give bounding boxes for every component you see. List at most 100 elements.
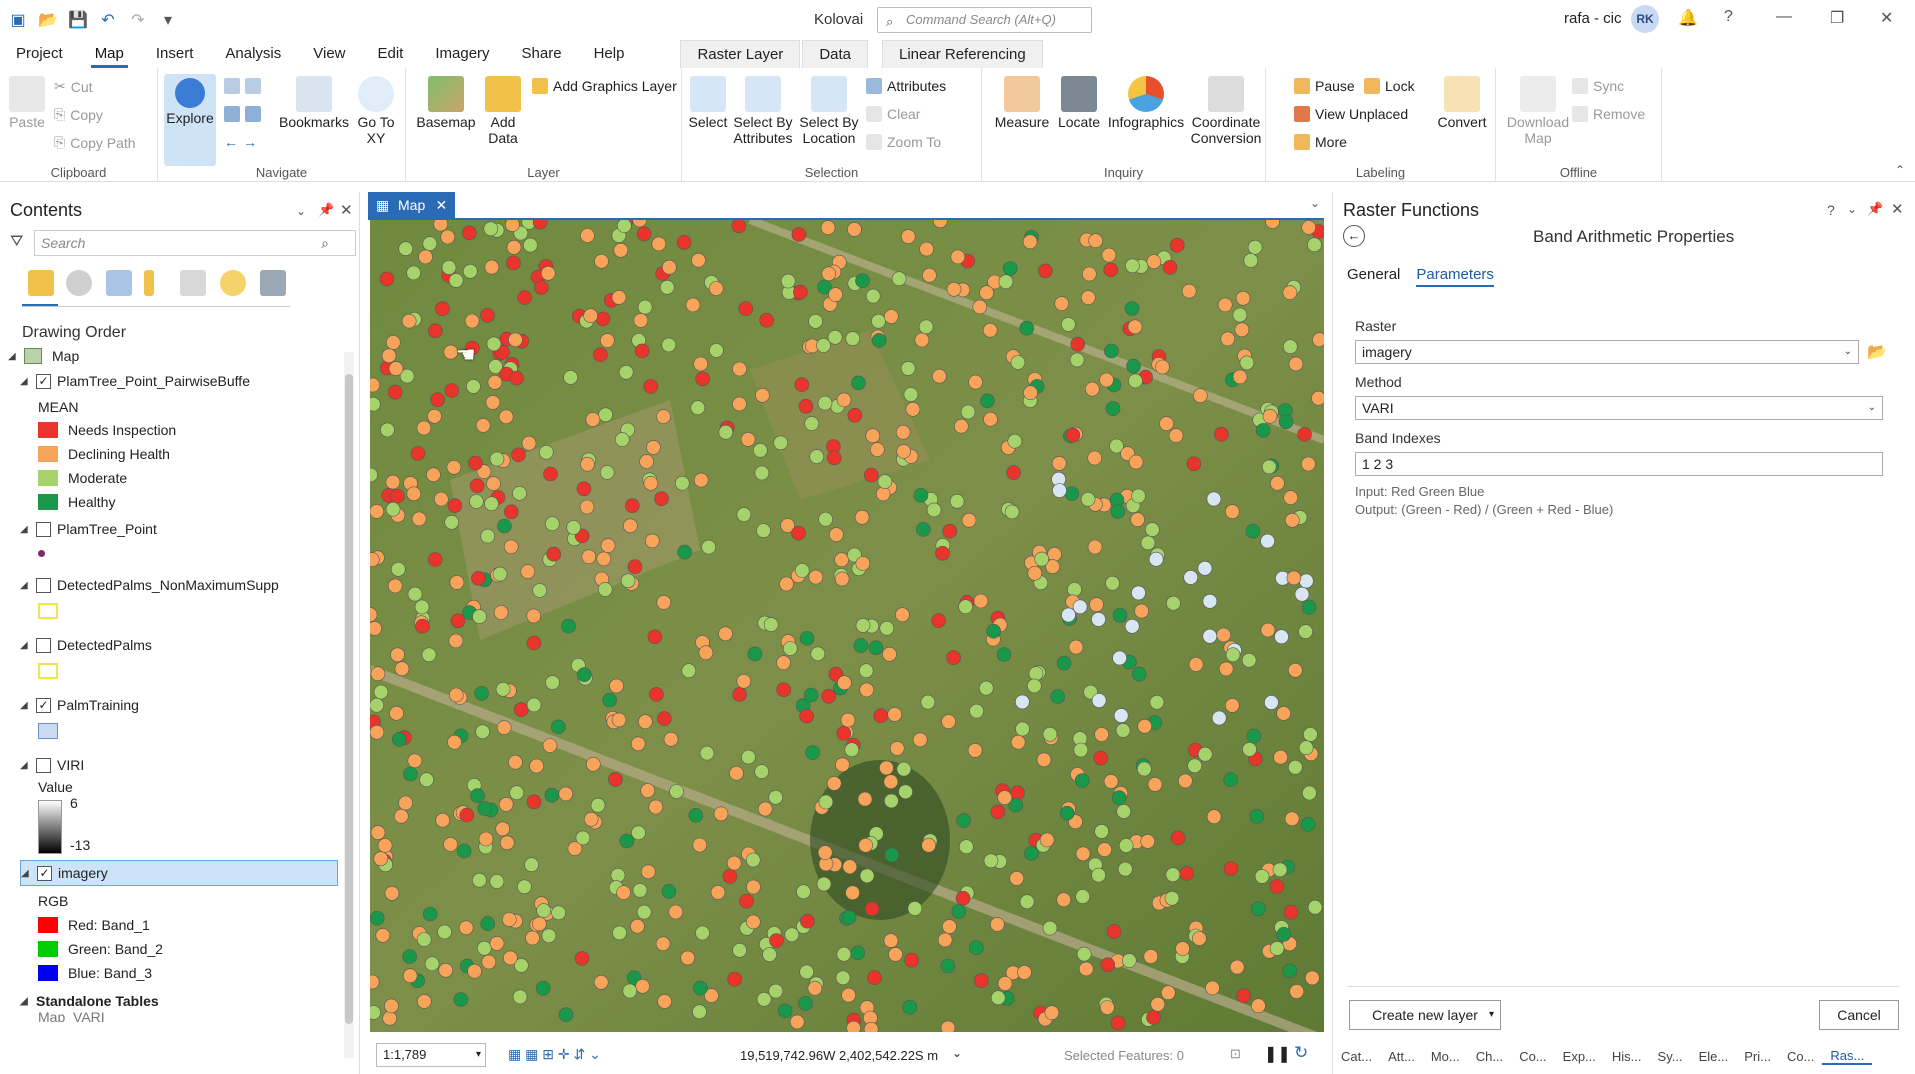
view-unplaced-button[interactable]: View Unplaced (1294, 106, 1408, 122)
tab-parameters[interactable]: Parameters (1416, 266, 1494, 287)
layer-visibility-checkbox[interactable]: ✓ (36, 697, 51, 713)
select-button[interactable]: Select (686, 76, 730, 130)
tab-export[interactable]: Exp... (1555, 1049, 1604, 1064)
pane-options-icon[interactable]: ⌄ (1847, 202, 1857, 216)
layer-detectedpalms-nonmaximumsupp[interactable]: ◢ DetectedPalms_NonMaximumSupp (20, 574, 279, 596)
pane-options-icon[interactable]: ⌄ (296, 204, 306, 218)
list-by-drawing-order-icon[interactable] (28, 270, 54, 296)
layer-viri[interactable]: ◢ VIRI (20, 754, 84, 776)
expand-icon[interactable]: ◢ (20, 524, 30, 535)
list-by-editing-icon[interactable] (144, 270, 154, 296)
tab-view[interactable]: View (297, 40, 361, 68)
expand-icon[interactable]: ◢ (20, 996, 30, 1007)
more-button[interactable]: More (1294, 134, 1347, 150)
selected-features[interactable]: Selected Features: 0 (1064, 1048, 1184, 1063)
new-project-icon[interactable]: ▣ (8, 10, 28, 30)
expand-icon[interactable]: ◢ (21, 868, 31, 879)
layer-visibility-checkbox[interactable] (36, 757, 51, 773)
tab-imagery[interactable]: Imagery (419, 40, 505, 68)
zoom-tools-icon[interactable] (224, 78, 261, 94)
layer-visibility-checkbox[interactable] (36, 577, 51, 593)
expand-icon[interactable]: ◢ (20, 640, 30, 651)
tab-attributes[interactable]: Att... (1380, 1049, 1423, 1064)
contents-scrollbar[interactable] (344, 352, 354, 1058)
close-tab-icon[interactable]: ✕ (436, 192, 448, 218)
coord-units-dropdown-icon[interactable]: ⌄ (952, 1046, 962, 1060)
attributes-button[interactable]: Attributes (866, 78, 946, 94)
help-icon[interactable]: ? (1827, 202, 1835, 218)
open-icon[interactable]: 📂 (38, 10, 58, 30)
measure-button[interactable]: Measure (992, 76, 1052, 130)
tab-create[interactable]: Co... (1511, 1049, 1554, 1064)
tab-raster-functions[interactable]: Ras... (1822, 1048, 1873, 1065)
band-indexes-input[interactable]: 1 2 3 (1355, 452, 1883, 476)
tab-edit[interactable]: Edit (362, 40, 420, 68)
scale-dropdown-icon[interactable]: ▾ (476, 1044, 481, 1066)
grid-tools-icon[interactable]: ▦ ▦ ⊞ ✛ ⇵ ⌄ (508, 1046, 601, 1063)
map-canvas[interactable] (370, 220, 1324, 1032)
remove-button[interactable]: Remove (1572, 106, 1645, 122)
tab-data[interactable]: Data (802, 39, 868, 69)
copy-button[interactable]: ⎘ Copy (54, 106, 103, 123)
cut-button[interactable]: ✂ Cut (54, 78, 93, 95)
refresh-icon[interactable]: ↻ (1294, 1043, 1308, 1063)
user-name[interactable]: rafa - cic (1564, 10, 1622, 27)
layer-palmtraining[interactable]: ◢ ✓ PalmTraining (20, 694, 139, 716)
clear-button[interactable]: Clear (866, 106, 920, 122)
chevron-down-icon[interactable]: ▾ (1489, 1001, 1494, 1029)
undo-icon[interactable]: ↶ (98, 10, 118, 30)
method-select[interactable]: VARI ⌄ (1355, 396, 1883, 420)
coordinate-conversion-button[interactable]: Coordinate Conversion (1188, 76, 1264, 146)
expand-icon[interactable]: ◢ (20, 760, 30, 771)
list-by-perspective-icon[interactable] (260, 270, 286, 296)
layer-detectedpalms[interactable]: ◢ DetectedPalms (20, 634, 152, 656)
select-by-location-button[interactable]: Select By Location (796, 76, 862, 146)
minimize-icon[interactable]: — (1776, 8, 1792, 26)
notification-icon[interactable]: 🔔 (1678, 8, 1698, 28)
tab-modify[interactable]: Mo... (1423, 1049, 1468, 1064)
scale-input[interactable]: 1:1,789 ▾ (376, 1043, 486, 1067)
tab-element[interactable]: Ele... (1691, 1049, 1737, 1064)
layer-visibility-checkbox[interactable] (36, 521, 51, 537)
go-to-xy-button[interactable]: Go To XY (350, 76, 402, 146)
explore-button[interactable]: Explore (164, 74, 216, 166)
tab-project[interactable]: Project (0, 40, 79, 68)
layer-visibility-checkbox[interactable]: ✓ (37, 865, 52, 881)
tab-catalog[interactable]: Cat... (1333, 1049, 1380, 1064)
tab-linear-referencing[interactable]: Linear Referencing (882, 39, 1043, 69)
pin-icon[interactable]: 📌 (1867, 201, 1883, 217)
sync-button[interactable]: Sync (1572, 78, 1624, 94)
paste-button[interactable]: Paste (6, 76, 48, 130)
list-by-source-icon[interactable] (66, 270, 92, 296)
tab-raster-layer[interactable]: Raster Layer (680, 39, 801, 69)
customize-icon[interactable]: ▾ (158, 10, 178, 30)
tab-print[interactable]: Pri... (1736, 1049, 1779, 1064)
layer-plamtree-point[interactable]: ◢ PlamTree_Point (20, 518, 157, 540)
command-search[interactable]: ⌕ Command Search (Alt+Q) (877, 7, 1092, 33)
lock-button[interactable]: Lock (1364, 78, 1415, 94)
close-icon[interactable]: ✕ (1880, 8, 1893, 28)
copy-path-button[interactable]: ⎘ Copy Path (54, 134, 136, 151)
layer-visibility-checkbox[interactable] (36, 637, 51, 653)
tab-symbology[interactable]: Sy... (1650, 1049, 1691, 1064)
list-by-snapping-icon[interactable] (180, 270, 206, 296)
contents-search-input[interactable]: Search ⌕ (34, 230, 356, 256)
collapse-ribbon-icon[interactable]: ⌃ (1895, 163, 1905, 177)
tab-general[interactable]: General (1347, 266, 1400, 287)
tab-map[interactable]: Map (79, 40, 140, 68)
map-svg[interactable] (370, 220, 1324, 1032)
help-icon[interactable]: ? (1724, 8, 1733, 26)
table-map-vari[interactable]: Map_VARI (38, 1012, 105, 1022)
tab-insert[interactable]: Insert (140, 40, 210, 68)
cancel-button[interactable]: Cancel (1819, 1000, 1899, 1030)
filter-icon[interactable]: ⛛ (10, 233, 23, 251)
scrollbar-thumb[interactable] (345, 374, 353, 1024)
create-new-layer-button[interactable]: Create new layer ▾ (1349, 1000, 1501, 1030)
save-icon[interactable]: 💾 (68, 10, 88, 30)
expand-icon[interactable]: ◢ (20, 700, 30, 711)
expand-icon[interactable]: ◢ (8, 351, 18, 362)
browse-folder-icon[interactable]: 📂 (1867, 342, 1887, 362)
close-pane-icon[interactable]: ✕ (1891, 200, 1904, 218)
close-pane-icon[interactable]: ✕ (340, 201, 353, 219)
previous-next-extent[interactable]: ← → (224, 134, 257, 150)
